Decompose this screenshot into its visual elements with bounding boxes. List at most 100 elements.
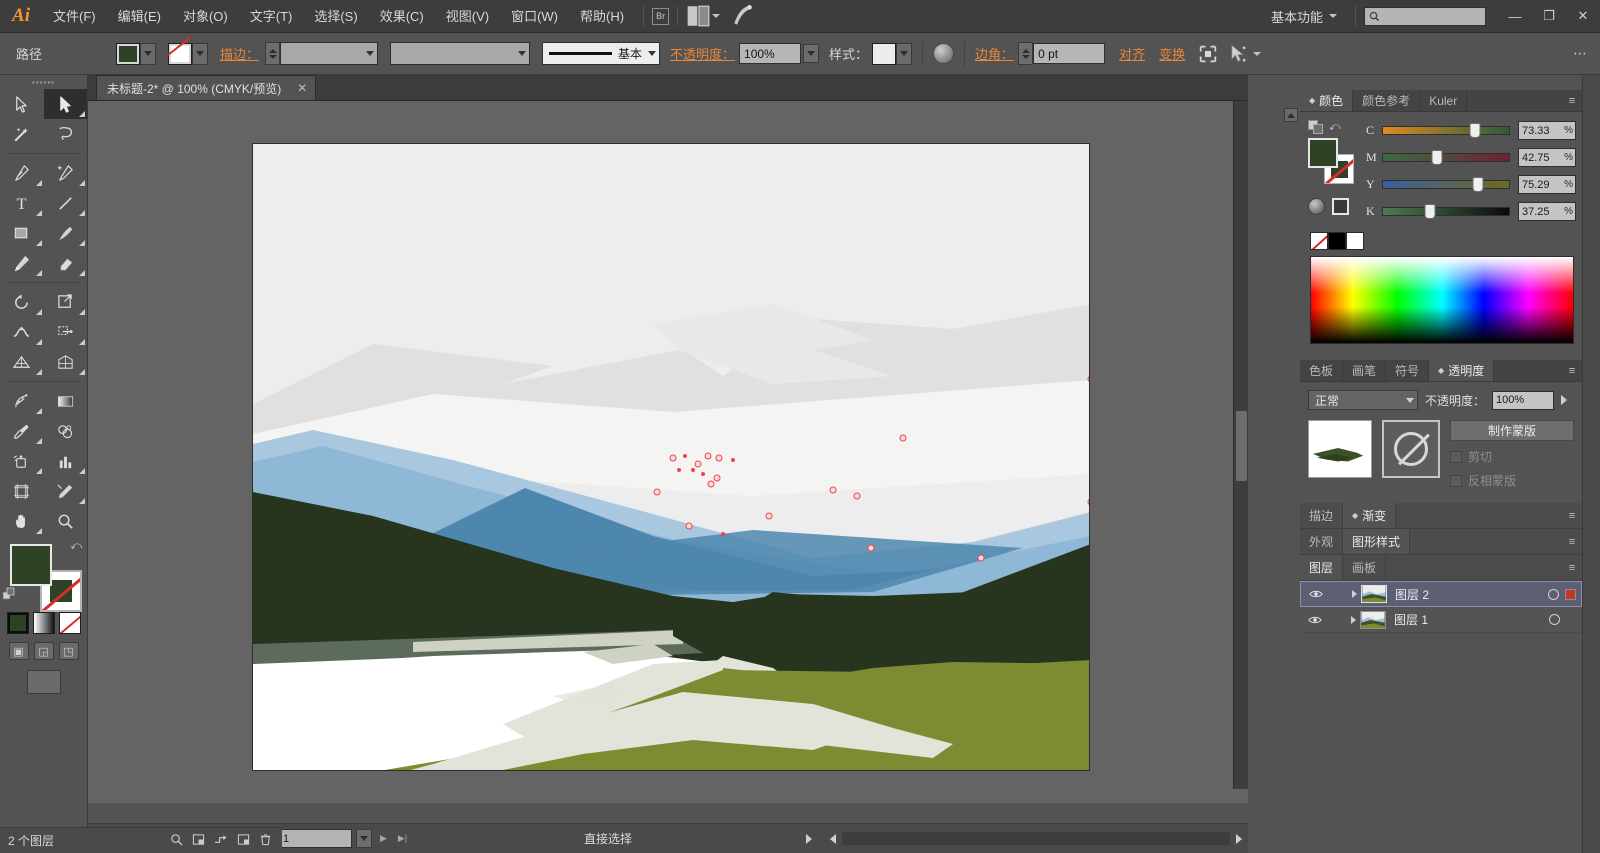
type-tool-flyout-icon[interactable] <box>35 210 42 216</box>
invert-mask-checkbox-row[interactable]: 反相蒙版 <box>1450 472 1574 489</box>
fill-swatch-group[interactable] <box>116 42 156 65</box>
delete-layer-icon[interactable] <box>259 833 272 849</box>
layer-name-2[interactable]: 图层 2 <box>1395 586 1548 603</box>
anchor-point[interactable] <box>765 512 773 520</box>
shape-builder-tool[interactable] <box>44 317 88 347</box>
transparency-mask-thumbnail[interactable] <box>1382 420 1440 478</box>
anchor-point[interactable] <box>853 492 861 500</box>
channel-slider-k[interactable] <box>1382 204 1510 219</box>
selection-tool[interactable] <box>0 89 44 119</box>
fill-color-swatch[interactable] <box>116 42 140 65</box>
locate-object-icon[interactable] <box>170 833 183 849</box>
new-sublayer-icon[interactable] <box>192 833 205 849</box>
brush-definition-combo[interactable]: 基本 <box>542 42 661 65</box>
brush-chevron-down-icon[interactable] <box>648 51 657 56</box>
tab-kuler[interactable]: Kuler <box>1420 90 1468 111</box>
add-anchor-flyout-icon[interactable] <box>79 180 85 186</box>
channel-value-m[interactable]: 42.75 % <box>1518 148 1576 167</box>
window-close-button[interactable]: ✕ <box>1566 4 1600 29</box>
layer-target-icon[interactable] <box>1549 614 1560 625</box>
horizontal-scrollbar[interactable] <box>842 832 1230 845</box>
graphic-style-chevron-down-icon[interactable] <box>896 42 913 65</box>
live-paint-flyout-icon[interactable] <box>35 468 42 474</box>
anchor-point[interactable] <box>707 480 715 488</box>
search-input[interactable] <box>1364 6 1486 26</box>
anchor-point[interactable] <box>683 454 687 458</box>
tab-color[interactable]: ◆ 颜色 <box>1300 90 1354 111</box>
graphic-style-swatch[interactable] <box>872 42 897 65</box>
window-restore-button[interactable]: ❐ <box>1532 4 1566 29</box>
opacity-flyout-button[interactable] <box>803 44 820 63</box>
artboard[interactable] <box>252 143 1090 771</box>
artboard-number-input[interactable]: 1 <box>278 829 352 848</box>
workspace-chevron-down-icon[interactable] <box>1329 14 1337 18</box>
menu-view[interactable]: 视图(V) <box>435 0 500 33</box>
stroke-color-swatch[interactable] <box>168 42 192 65</box>
transform-button[interactable]: 变换 <box>1159 44 1185 63</box>
color-theme-icon[interactable] <box>730 5 756 27</box>
eyedropper-flyout-icon[interactable] <box>35 438 42 444</box>
transparency-opacity-flyout-icon[interactable] <box>1561 395 1568 405</box>
lasso-tool[interactable] <box>44 119 88 149</box>
anchor-point[interactable] <box>713 474 721 482</box>
channel-knob-m[interactable] <box>1431 150 1443 165</box>
layer-name-1[interactable]: 图层 1 <box>1394 611 1549 628</box>
make-clipping-mask-icon[interactable] <box>214 833 228 849</box>
type-tool[interactable]: T <box>0 188 44 218</box>
tab-color-guide[interactable]: 颜色参考 <box>1353 90 1421 111</box>
channel-knob-c[interactable] <box>1469 123 1481 138</box>
opacity-label[interactable]: 不透明度： <box>670 44 735 63</box>
anchor-point[interactable] <box>685 522 693 530</box>
color-mode-solid-icon[interactable] <box>6 612 29 634</box>
stroke-weight-chevron-down-icon[interactable] <box>366 51 375 56</box>
tab-layers[interactable]: 图层 <box>1300 555 1344 580</box>
stroke-profile-combo[interactable] <box>390 42 531 65</box>
scale-tool[interactable] <box>44 287 88 317</box>
rectangle-tool-flyout-icon[interactable] <box>35 240 42 246</box>
width-tool[interactable] <box>0 317 44 347</box>
isolate-selected-object-icon[interactable] <box>1197 44 1219 64</box>
channel-value-y[interactable]: 75.29 % <box>1518 175 1576 194</box>
fill-color-box[interactable] <box>10 544 52 586</box>
symbol-sprayer-tool[interactable] <box>0 386 44 416</box>
color-panel-menu-icon[interactable]: ≡ <box>1562 90 1582 111</box>
channel-slider-m[interactable] <box>1382 150 1510 165</box>
rotate-tool[interactable] <box>0 287 44 317</box>
scale-tool-flyout-icon[interactable] <box>79 309 85 315</box>
anchor-point[interactable] <box>829 486 837 494</box>
stroke-label[interactable]: 描边： <box>220 44 259 63</box>
recolor-artwork-icon[interactable] <box>933 43 955 64</box>
new-layer-icon[interactable] <box>237 833 250 849</box>
mesh-tool[interactable] <box>44 347 88 377</box>
collapse-panels-icon[interactable] <box>1284 108 1298 122</box>
workspace-switcher[interactable]: 基本功能 <box>1259 7 1329 26</box>
select-similar-chevron-down-icon[interactable] <box>1253 51 1262 56</box>
mesh-tool-flyout-icon[interactable] <box>79 369 85 375</box>
layer-target-icon[interactable] <box>1548 588 1559 600</box>
last-artboard-icon[interactable]: ▶| <box>395 829 410 848</box>
paintbrush-tool[interactable] <box>44 218 88 248</box>
brush-tool-flyout-icon[interactable] <box>79 240 85 246</box>
stroke-weight-combo[interactable] <box>280 42 379 65</box>
anchor-point[interactable] <box>715 454 723 462</box>
channel-value-c[interactable]: 73.33 % <box>1518 121 1576 140</box>
clip-checkbox-row[interactable]: 剪切 <box>1450 448 1574 465</box>
appearance-panel-menu-icon[interactable]: ≡ <box>1562 529 1582 554</box>
tab-gradient[interactable]: ◆ 渐变 <box>1343 503 1397 528</box>
direct-selection-flyout-icon[interactable] <box>79 111 85 117</box>
stroke-swatch-group[interactable] <box>168 42 208 65</box>
anchor-point[interactable] <box>899 434 907 442</box>
menu-object[interactable]: 对象(O) <box>172 0 239 33</box>
slice-tool-flyout-icon[interactable] <box>79 498 85 504</box>
color-fill-swatch[interactable] <box>1308 138 1338 168</box>
artboard-tool[interactable] <box>0 476 44 506</box>
screen-mode-fullscreen-icon[interactable]: ◳ <box>58 642 79 660</box>
control-bar-menu-icon[interactable]: ⋯ <box>1573 45 1588 62</box>
blend-mode-select[interactable]: 正常 <box>1308 390 1418 410</box>
tab-symbols[interactable]: 符号 <box>1386 360 1430 381</box>
swap-colors-icon[interactable]: ⤺ <box>1329 121 1341 134</box>
anchor-point[interactable] <box>691 468 695 472</box>
hand-tool-flyout-icon[interactable] <box>35 528 42 534</box>
corner-label[interactable]: 边角： <box>975 44 1014 63</box>
anchor-point[interactable] <box>731 458 735 462</box>
